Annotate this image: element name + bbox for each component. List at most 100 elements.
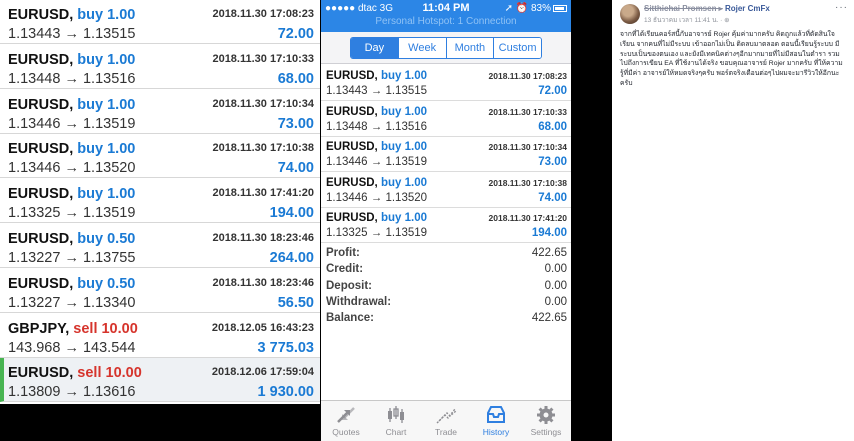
deal-symbol: GBPJPY, sell 10.00 [8,321,138,337]
summary-label: Withdrawal: [326,295,392,308]
symbol-label: EURUSD, [326,141,378,153]
summary-deposit: Deposit: 0.00 [321,278,571,295]
deal-prices: 1.13446 → 1.13519 [326,156,428,168]
hotspot-banner[interactable]: Personal Hotspot: 1 Connection [321,16,571,27]
deal-time: 2018.11.30 17:10:33 [212,52,314,65]
summary-label: Deposit: [326,279,372,292]
deal-profit: 68.00 [277,70,314,87]
segment-month[interactable]: Month [446,38,495,58]
period-segmented-control: Day Week Month Custom [350,37,542,59]
deal-profit: 74.00 [277,160,314,177]
deal-time: 2018.11.30 17:10:34 [488,142,567,152]
tab-chart[interactable]: Chart [371,401,421,441]
author-name[interactable]: Sitthichai Promsen ▸ [644,4,723,13]
deal-time: 2018.11.30 18:23:46 [212,232,314,244]
table-row[interactable]: EURUSD, buy 1.00 2018.11.30 17:10:33 1.134… [0,45,320,89]
deal-profit: 56.50 [277,294,314,311]
deal-time: 2018.12.06 17:59:04 [211,366,314,379]
symbol-label: EURUSD, [326,176,378,189]
trade-history-list: EURUSD, buy 1.00 2018.11.30 17:08:23 1.134… [0,0,320,404]
tab-settings[interactable]: Settings [521,401,571,441]
segment-day[interactable]: Day [351,38,399,58]
deal-side: buy 1.00 [380,141,427,153]
table-row[interactable]: GBPJPY, sell 10.00 2018.12.05 16:43:23 143… [0,314,320,358]
segment-week[interactable]: Week [398,38,447,58]
deal-prices: 1.13446 → 1.13520 [326,191,428,204]
summary-label: Balance: [326,312,374,325]
segment-custom[interactable]: Custom [494,38,541,58]
list-item[interactable]: EURUSD, buy 1.00 2018.11.30 17:10:33 1.134… [321,103,571,137]
deal-side: sell 10.00 [73,320,138,337]
quotes-icon [337,407,355,423]
deal-symbol: EURUSD, buy 1.00 [8,97,135,113]
table-row[interactable]: EURUSD, buy 1.00 2018.11.30 17:10:38 1.134… [0,134,320,179]
deal-side: buy 0.50 [77,231,136,247]
deal-symbol: EURUSD, buy 1.00 [8,141,135,157]
symbol-label: EURUSD, [8,96,74,113]
deal-prices: 1.13443 → 1.13515 [326,85,428,97]
target-page-name[interactable]: Rojer CmFx [725,4,770,13]
symbol-label: GBPJPY, [8,320,70,337]
symbol-label: EURUSD, [326,105,378,118]
deal-symbol: EURUSD, buy 1.00 [326,106,427,118]
deal-profit: 73.00 [538,156,567,168]
settings-icon [537,406,555,424]
table-row[interactable]: EURUSD, buy 1.00 2018.11.30 17:10:34 1.134… [0,90,320,134]
table-row[interactable]: EURUSD, buy 1.00 2018.11.30 17:08:23 1.134… [0,0,320,44]
list-item[interactable]: EURUSD, buy 1.00 2018.11.30 17:10:38 1.134… [321,174,571,208]
deal-profit: 68.00 [538,120,567,133]
tab-history[interactable]: History [471,401,521,441]
deal-time: 2018.11.30 17:41:20 [488,213,567,223]
deal-prices: 1.13809 → 1.13616 [8,384,136,401]
summary-withdrawal: Withdrawal: 0.00 [321,294,571,311]
deal-time: 2018.11.30 17:41:20 [212,187,314,200]
summary-balance: Balance: 422.65 [321,310,571,327]
list-item[interactable]: EURUSD, buy 1.00 2018.11.30 17:10:34 1.134… [321,138,571,172]
table-row[interactable]: EURUSD, sell 10.00 2018.12.06 17:59:04 1.1… [0,358,320,403]
symbol-label: EURUSD, [8,365,74,382]
symbol-label: EURUSD, [8,51,74,68]
deal-prices: 1.13325 → 1.13519 [8,205,136,222]
deal-prices: 1.13448 → 1.13516 [8,70,136,87]
table-row[interactable]: EURUSD, buy 0.50 2018.11.30 18:23:46 1.132… [0,224,320,268]
deal-prices: 143.968 → 143.544 [8,339,136,356]
summary-label: Credit: [326,263,364,276]
summary-value: 422.65 [531,247,567,259]
tab-trade[interactable]: Trade [421,401,471,441]
post-date[interactable]: 13 ธันวาคม เวลา 11:41 น. · ⊕ [644,15,730,25]
social-post: Sitthichai Promsen ▸ Rojer CmFx 13 ธันวา… [612,0,854,441]
deal-side: buy 1.00 [77,51,136,68]
deal-prices: 1.13325 → 1.13519 [326,227,428,239]
post-body: จากที่ได้เรียนคอร์สนี้กับอาจารย์ Rojer ค… [620,31,843,87]
battery-icon [553,4,567,12]
summary-credit: Credit: 0.00 [321,261,571,278]
symbol-label: EURUSD, [8,186,74,203]
deal-symbol: EURUSD, buy 1.00 [8,52,135,68]
table-row[interactable]: EURUSD, buy 0.50 2018.11.30 18:23:46 1.132… [0,269,320,313]
history-icon [487,406,505,423]
deal-profit: 1 930.00 [257,384,314,401]
deal-side: buy 0.50 [77,275,136,292]
list-item[interactable]: EURUSD, buy 1.00 2018.11.30 17:08:23 1.134… [321,67,571,101]
more-options-icon[interactable]: ··· [835,2,848,13]
summary-label: Profit: [326,247,360,259]
deal-profit: 264.00 [269,250,314,266]
chart-icon [388,406,404,423]
deal-prices: 1.13448 → 1.13516 [326,120,428,133]
summary-value: 0.00 [544,279,567,292]
post-author[interactable]: Sitthichai Promsen ▸ Rojer CmFx [644,4,770,13]
list-item[interactable]: EURUSD, buy 1.00 2018.11.30 17:41:20 1.133… [321,209,571,243]
avatar[interactable] [620,4,640,24]
deal-side: buy 1.00 [380,212,427,224]
table-row[interactable]: EURUSD, buy 1.00 2018.11.30 17:41:20 1.133… [0,179,320,224]
deal-prices: 1.13443 → 1.13515 [8,26,136,42]
left-panel-footer [0,404,320,441]
tab-quotes[interactable]: Quotes [321,401,371,441]
deal-time: 2018.11.30 18:23:46 [212,276,314,289]
symbol-label: EURUSD, [8,275,74,292]
deal-time: 2018.12.05 16:43:23 [211,321,314,334]
symbol-label: EURUSD, [326,70,378,82]
deal-time: 2018.11.30 17:08:23 [488,71,567,81]
deal-prices: 1.13446 → 1.13520 [8,160,136,177]
deal-symbol: EURUSD, buy 1.00 [8,7,135,23]
